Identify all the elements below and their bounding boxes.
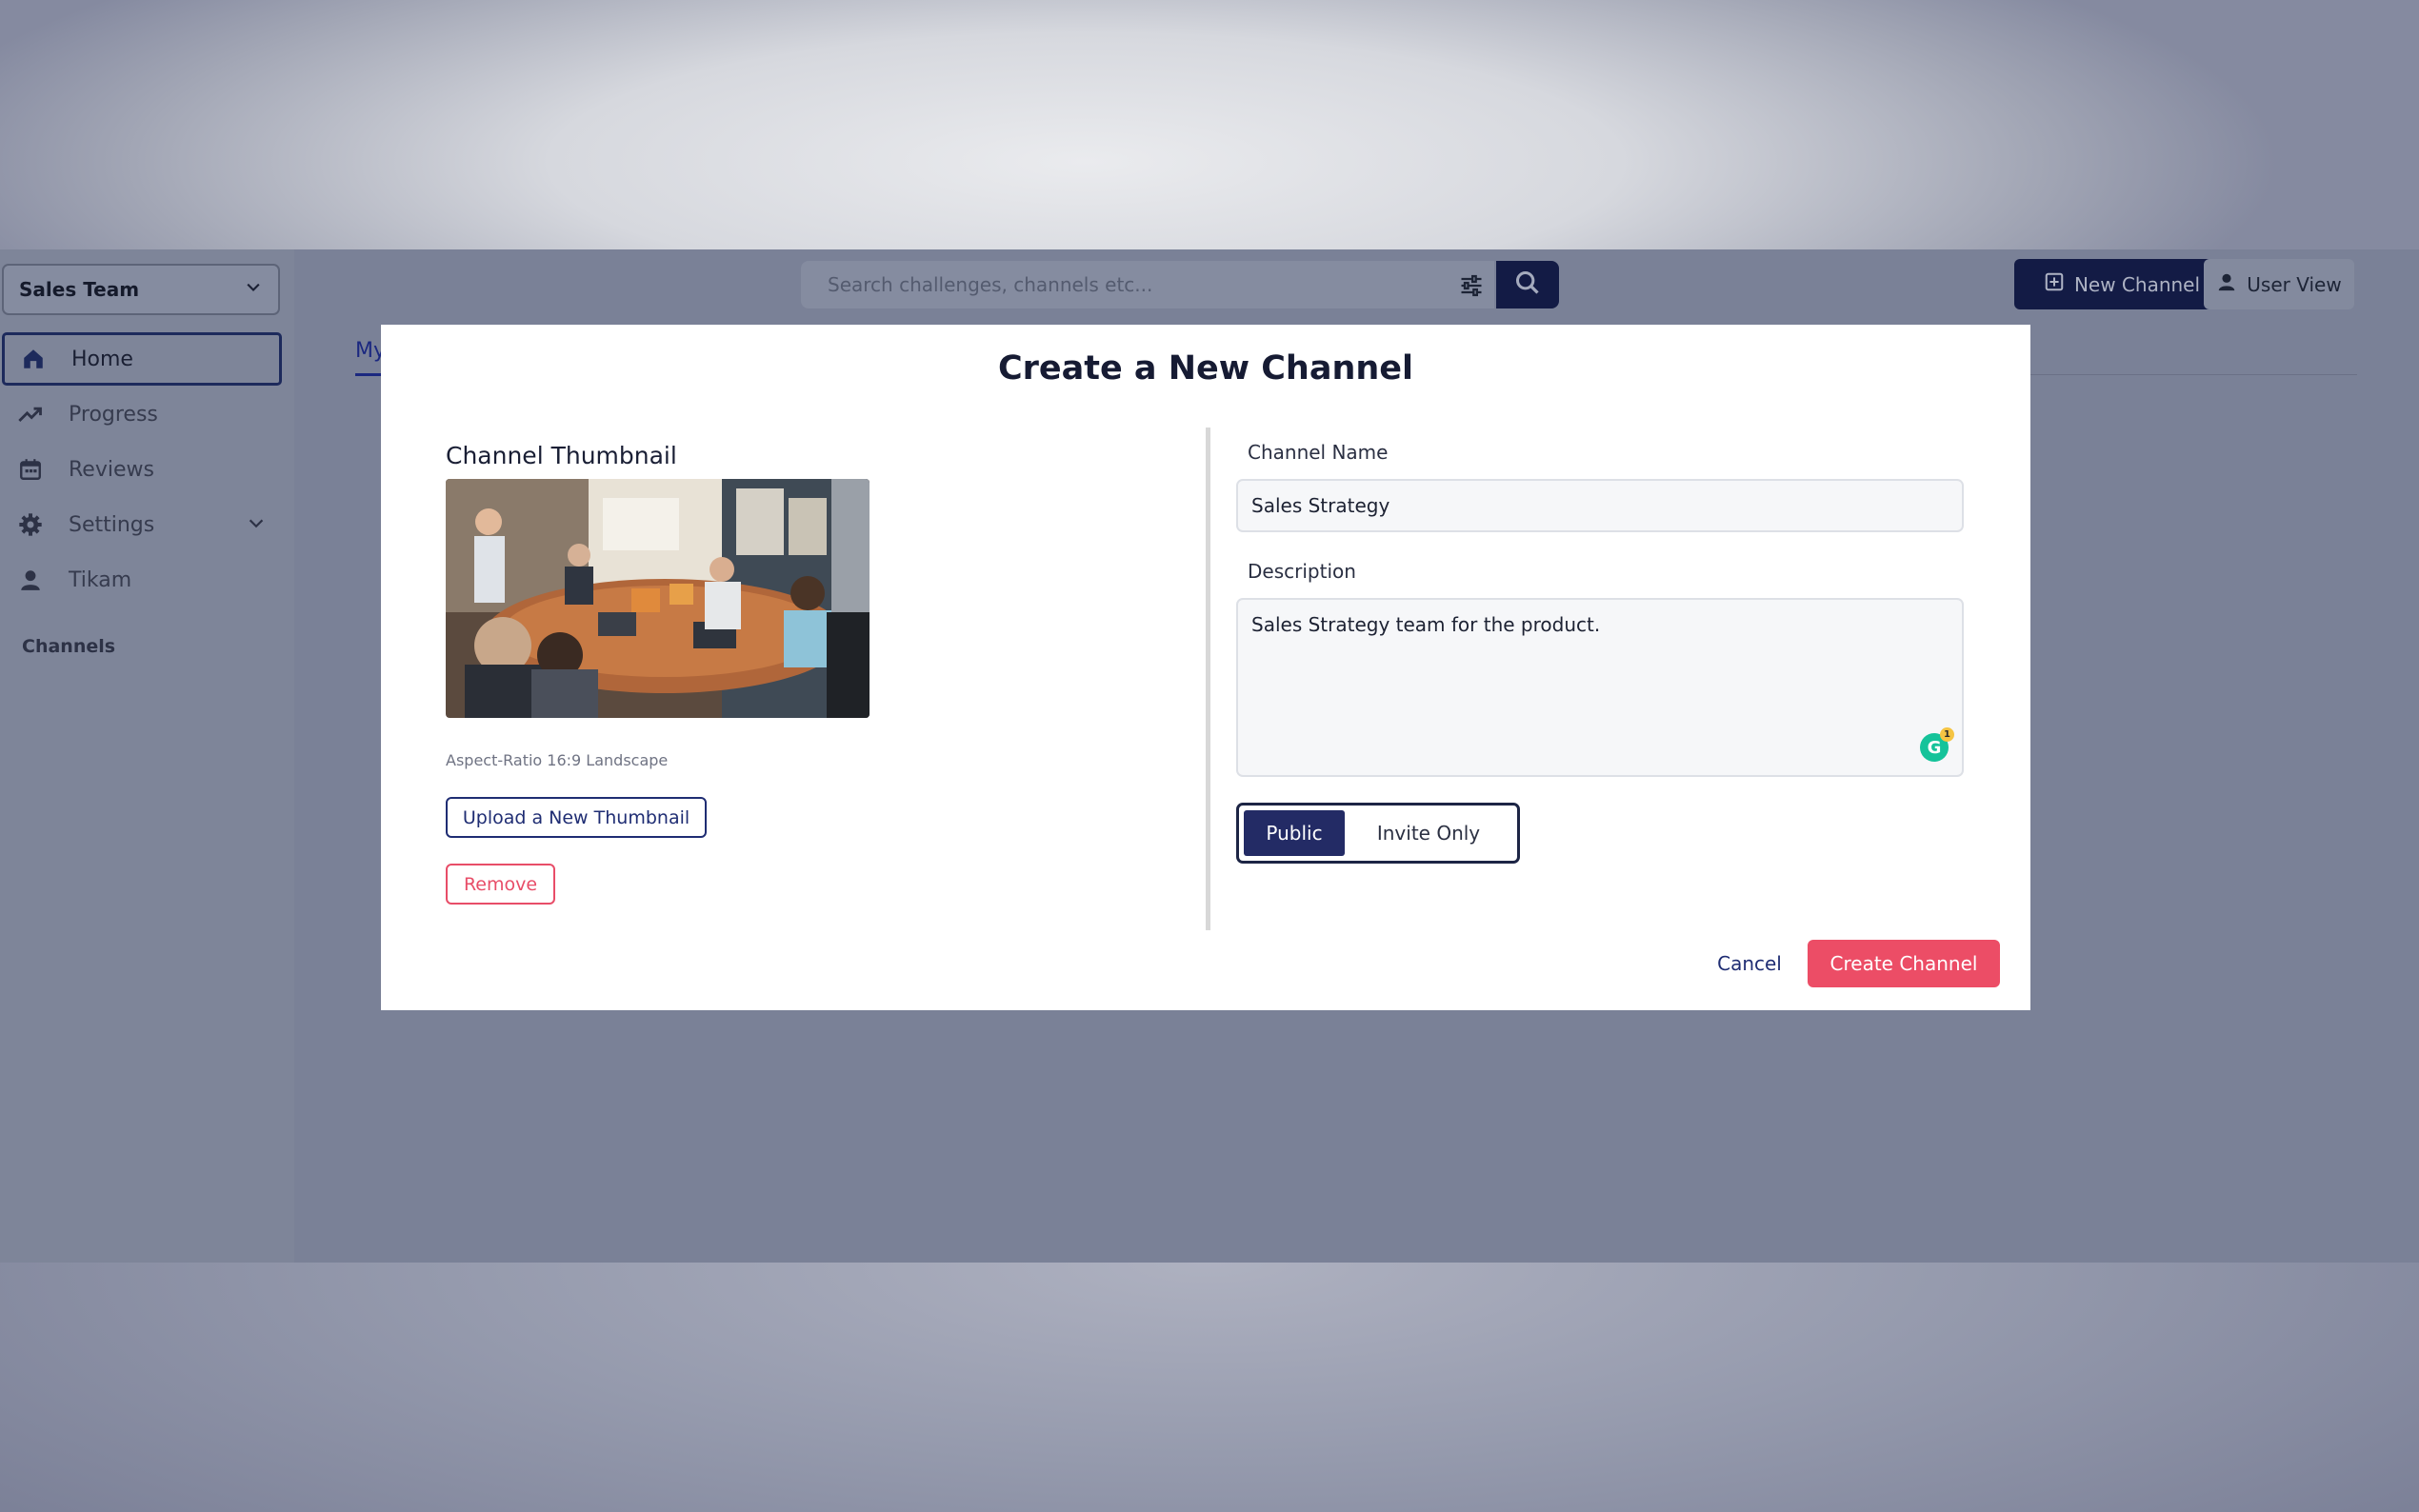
new-channel-button[interactable]: New Channel xyxy=(2014,259,2229,309)
calendar-icon xyxy=(17,456,44,483)
aspect-ratio-note: Aspect-Ratio 16:9 Landscape xyxy=(446,751,669,769)
sidebar-item-home[interactable]: Home xyxy=(2,332,282,386)
channels-section-label: Channels xyxy=(22,636,116,657)
description-label: Description xyxy=(1248,560,1356,583)
create-channel-button[interactable]: Create Channel xyxy=(1808,940,2000,987)
tab-active-indicator xyxy=(355,373,384,376)
home-icon xyxy=(20,346,47,372)
team-selector-label: Sales Team xyxy=(19,278,140,301)
description-text: Sales Strategy team for the product. xyxy=(1251,613,1601,636)
sidebar-item-tikam[interactable]: Tikam xyxy=(2,553,282,607)
create-channel-modal: Create a New Channel Channel Thumbnail A… xyxy=(381,325,2030,1010)
team-selector[interactable]: Sales Team xyxy=(2,264,280,315)
sidebar-item-label: Progress xyxy=(69,402,158,427)
grammarly-badge: 1 xyxy=(1940,727,1954,742)
user-view-label: User View xyxy=(2247,272,2342,296)
sidebar-item-label: Settings xyxy=(69,512,155,537)
search-placeholder: Search challenges, channels etc... xyxy=(828,273,1153,296)
search-button[interactable] xyxy=(1496,261,1559,308)
remove-thumbnail-button[interactable]: Remove xyxy=(446,864,555,905)
tab-divider xyxy=(2029,374,2357,375)
background-top xyxy=(0,0,2419,249)
trending-up-icon xyxy=(17,401,44,428)
chevron-down-icon xyxy=(244,278,263,302)
filter-icon[interactable] xyxy=(1458,272,1485,304)
gear-icon xyxy=(17,511,44,538)
sidebar-item-settings[interactable]: Settings xyxy=(2,498,282,551)
description-textarea[interactable]: Sales Strategy team for the product. G 1 xyxy=(1236,598,1964,777)
cancel-button[interactable]: Cancel xyxy=(1688,940,1811,987)
chevron-down-icon xyxy=(246,513,267,540)
modal-title: Create a New Channel xyxy=(997,349,1414,388)
thumbnail-heading: Channel Thumbnail xyxy=(446,442,677,469)
upload-thumbnail-button[interactable]: Upload a New Thumbnail xyxy=(446,797,707,838)
search-input[interactable]: Search challenges, channels etc... xyxy=(801,261,1494,308)
sidebar-item-label: Tikam xyxy=(69,567,132,592)
new-channel-label: New Channel xyxy=(2073,272,2201,296)
person-icon xyxy=(17,567,44,593)
person-icon xyxy=(2216,271,2237,297)
user-view-button[interactable]: User View xyxy=(2204,259,2354,309)
visibility-toggle: Public Invite Only xyxy=(1236,803,1520,864)
sidebar: Sales Team Home Progress Reviews Setting… xyxy=(0,249,294,1263)
sidebar-item-label: Home xyxy=(71,347,133,371)
grammarly-icon[interactable]: G 1 xyxy=(1920,727,1954,762)
sidebar-item-progress[interactable]: Progress xyxy=(2,388,282,441)
sidebar-item-label: Reviews xyxy=(69,457,154,482)
visibility-public-option[interactable]: Public xyxy=(1244,810,1345,856)
visibility-invite-only-option[interactable]: Invite Only xyxy=(1345,810,1512,856)
column-divider xyxy=(1206,428,1210,930)
add-box-icon xyxy=(2044,271,2065,297)
sidebar-item-reviews[interactable]: Reviews xyxy=(2,443,282,496)
background-bottom xyxy=(0,1263,2419,1512)
thumbnail-image xyxy=(446,479,870,718)
search-icon xyxy=(1514,269,1541,300)
channel-name-input[interactable]: Sales Strategy xyxy=(1236,479,1964,532)
channel-name-label: Channel Name xyxy=(1248,441,1389,464)
